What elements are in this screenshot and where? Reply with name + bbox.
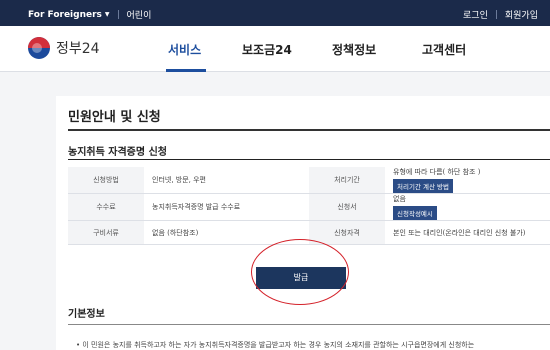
label-method: 신청방법 bbox=[68, 167, 144, 194]
topbar-right: 로그인 회원가입 bbox=[463, 8, 538, 21]
divider bbox=[117, 10, 119, 19]
top-utility-bar: For Foreigners ▼ 어린이 로그인 회원가입 bbox=[0, 0, 550, 26]
service-subtitle: 농지취득 자격증명 신청 bbox=[68, 147, 167, 158]
label-eligibility: 신청자격 bbox=[309, 220, 385, 245]
title-divider bbox=[68, 129, 550, 131]
section-divider bbox=[68, 324, 550, 325]
site-logo[interactable]: 정부24 bbox=[28, 37, 100, 59]
label-fee: 수수료 bbox=[68, 193, 144, 221]
processing-period-text: 유형에 따라 다름( 하단 참조 ) bbox=[393, 168, 481, 176]
topbar-left: For Foreigners ▼ 어린이 bbox=[28, 8, 152, 22]
main-header: 정부24 서비스 보조금24 정책정보 고객센터 bbox=[0, 26, 550, 72]
active-nav-indicator bbox=[166, 69, 206, 72]
value-fee: 농지취득자격증명 발급 수수료 bbox=[144, 193, 309, 221]
table-row: 신청방법 인터넷, 방문, 우편 처리기간 유형에 따라 다름( 하단 참조 )… bbox=[68, 167, 550, 194]
taeguk-logo-icon bbox=[28, 37, 50, 59]
nav-subsidy24[interactable]: 보조금24 bbox=[242, 41, 292, 58]
basic-info-title: 기본정보 bbox=[68, 309, 105, 320]
service-info-table: 신청방법 인터넷, 방문, 우편 처리기간 유형에 따라 다름( 하단 참조 )… bbox=[68, 167, 550, 245]
divider bbox=[495, 10, 497, 19]
content-panel: 민원안내 및 신청 농지취득 자격증명 신청 신청방법 인터넷, 방문, 우편 … bbox=[56, 96, 550, 350]
value-eligibility: 본인 또는 대리인(온라인은 대리인 신청 불가) bbox=[385, 220, 550, 245]
nav-customer-center[interactable]: 고객센터 bbox=[422, 41, 466, 58]
value-method: 인터넷, 방문, 우편 bbox=[144, 167, 309, 194]
label-processing-period: 처리기간 bbox=[309, 167, 385, 194]
application-form-text: 없음 bbox=[393, 195, 406, 203]
label-documents: 구비서류 bbox=[68, 220, 144, 245]
label-application-form: 신청서 bbox=[309, 193, 385, 221]
nav-policy-info[interactable]: 정책정보 bbox=[332, 41, 376, 58]
calc-period-button[interactable]: 처리기간 계산 방법 bbox=[393, 179, 453, 193]
signup-link[interactable]: 회원가입 bbox=[505, 8, 538, 21]
kids-link[interactable]: 어린이 bbox=[127, 8, 152, 21]
bullet-text: 이 민원은 농지를 취득하고자 하는 자가 농지취득자격증명을 발급받고자 하는… bbox=[82, 341, 475, 349]
for-foreigners-link[interactable]: For Foreigners bbox=[28, 10, 102, 20]
basic-info-bullet: • 이 민원은 농지를 취득하고자 하는 자가 농지취득자격증명을 발급받고자 … bbox=[76, 341, 475, 349]
value-application-form: 없음 신청작성예시 bbox=[385, 193, 550, 221]
page-title: 민원안내 및 신청 bbox=[68, 110, 161, 125]
highlight-circle bbox=[251, 239, 349, 305]
form-example-button[interactable]: 신청작성예시 bbox=[393, 206, 437, 220]
login-link[interactable]: 로그인 bbox=[463, 8, 488, 21]
subtitle-divider bbox=[68, 159, 550, 160]
chevron-down-icon[interactable]: ▼ bbox=[105, 11, 110, 18]
logo-text: 정부24 bbox=[56, 41, 100, 57]
value-processing-period: 유형에 따라 다름( 하단 참조 ) 처리기간 계산 방법 bbox=[385, 167, 550, 194]
nav-services[interactable]: 서비스 bbox=[168, 41, 201, 58]
table-row: 수수료 농지취득자격증명 발급 수수료 신청서 없음 신청작성예시 bbox=[68, 193, 550, 221]
